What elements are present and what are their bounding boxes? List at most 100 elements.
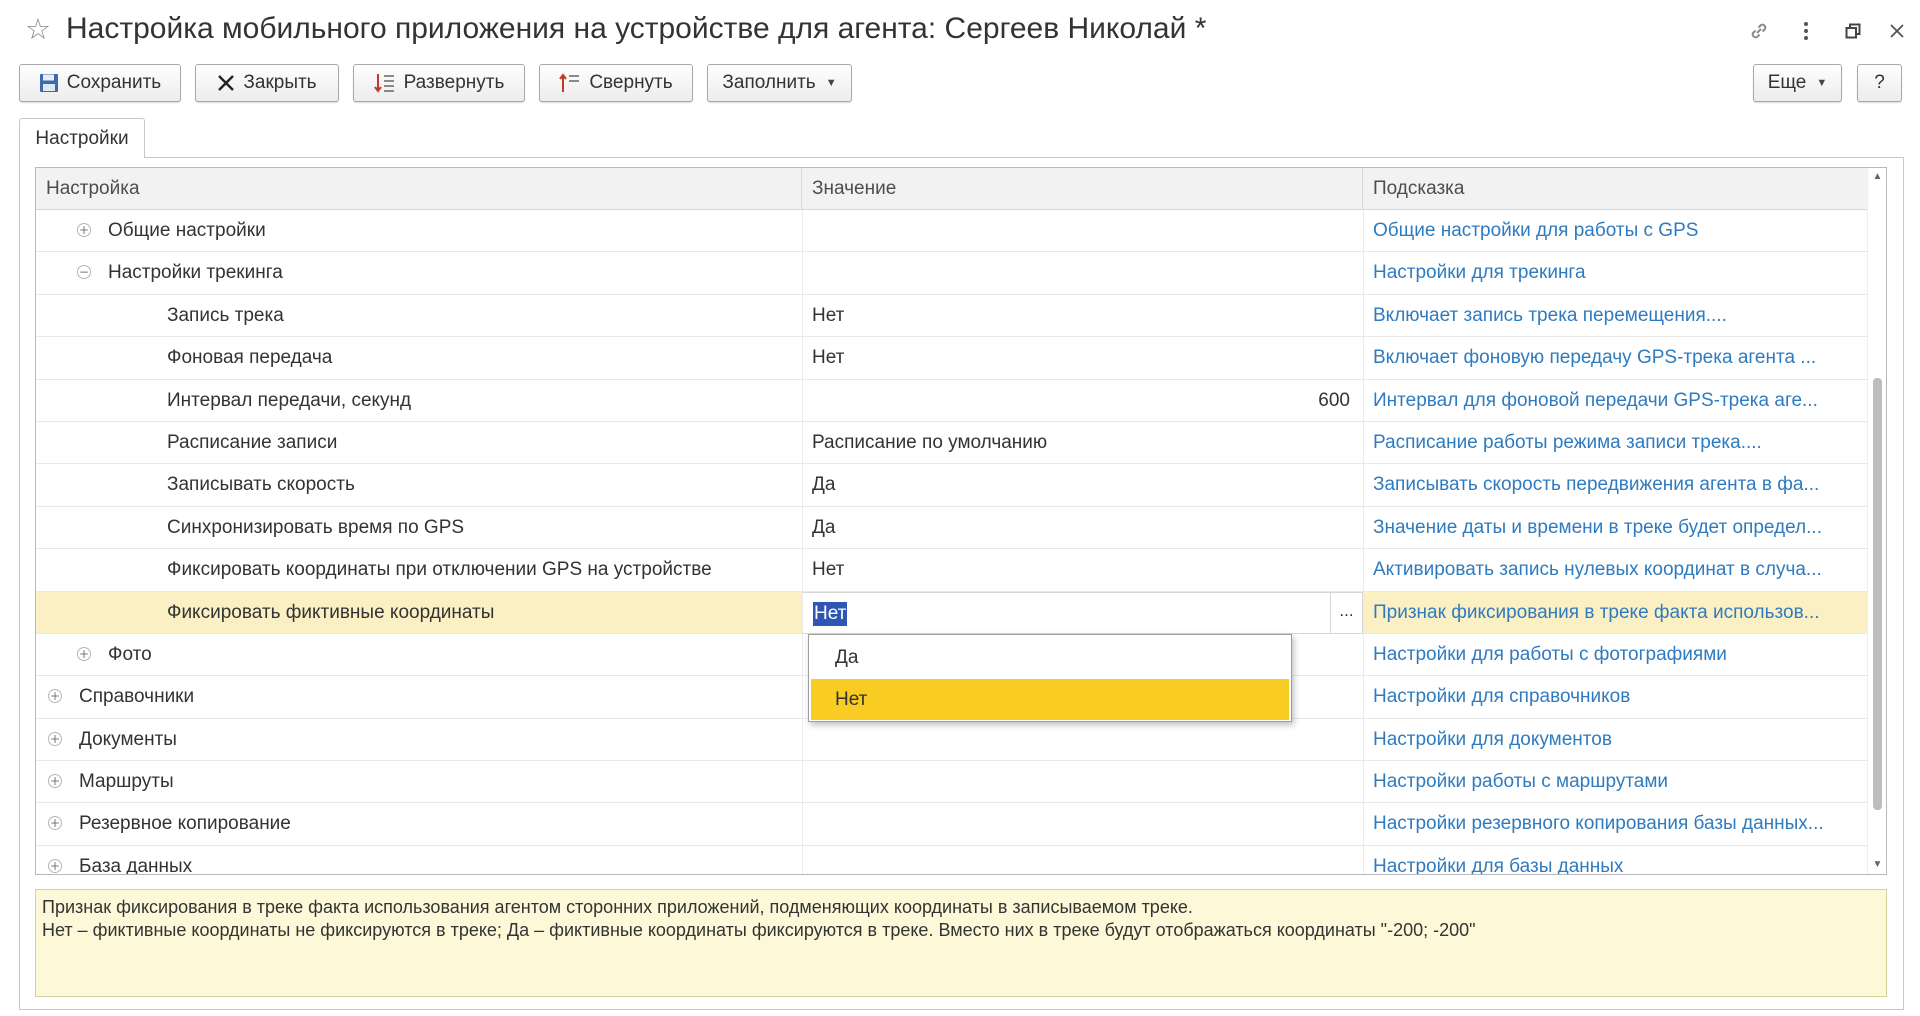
favorite-star-icon[interactable]: ☆ (22, 14, 54, 46)
setting-value-cell[interactable] (802, 252, 1362, 294)
column-divider (1363, 210, 1364, 252)
tree-expand-icon[interactable]: + (48, 816, 62, 831)
scroll-up-icon[interactable]: ▲ (1868, 168, 1886, 186)
tree-expand-icon[interactable]: + (48, 731, 62, 746)
setting-name-cell[interactable]: + Резервное копирование (36, 803, 802, 845)
table-row[interactable]: + База данных Настройки для базы данных (36, 845, 1868, 875)
tree-collapse-icon[interactable]: − (77, 265, 91, 280)
setting-hint-link[interactable]: Настройки для базы данных (1363, 846, 1863, 874)
vertical-scrollbar[interactable]: ▲ ▼ (1867, 168, 1886, 874)
dropdown-option-yes[interactable]: Да (811, 637, 1289, 678)
tab-settings[interactable]: Настройки (19, 118, 145, 158)
setting-value-cell[interactable] (802, 803, 1362, 845)
column-header-setting[interactable]: Настройка (36, 168, 802, 210)
table-row[interactable]: Синхронизировать время по GPS Да Значение … (36, 506, 1868, 550)
setting-value-cell[interactable]: Нет (802, 337, 1362, 379)
scrollbar-thumb[interactable] (1873, 378, 1882, 810)
fill-dropdown-button[interactable]: Заполнить ▼ (707, 64, 852, 102)
table-row[interactable]: + Маршруты Настройки работы с маршрутами (36, 761, 1868, 804)
table-row[interactable]: + Документы Настройки для документов (36, 718, 1868, 762)
setting-name-cell[interactable]: + Документы (36, 719, 802, 761)
help-button-label: ? (1874, 72, 1885, 93)
table-row[interactable]: + Резервное копирование Настройки резервно… (36, 803, 1868, 846)
setting-hint-link[interactable]: Настройки работы с маршрутами (1363, 761, 1863, 803)
setting-hint-link[interactable]: Значение даты и времени в треке будет оп… (1363, 507, 1863, 549)
setting-name-cell[interactable]: − Настройки трекинга (36, 252, 802, 294)
setting-hint-link[interactable]: Включает запись трека перемещения.... (1363, 295, 1863, 337)
setting-hint-link[interactable]: Записывать скорость передвижения агента … (1363, 464, 1863, 506)
setting-hint-link[interactable]: Активировать запись нулевых координат в … (1363, 549, 1863, 591)
table-row[interactable]: Запись трека Нет Включает запись трека пер… (36, 294, 1868, 338)
dropdown-option-no[interactable]: Нет (811, 679, 1289, 720)
column-divider (802, 421, 803, 464)
close-window-icon[interactable] (1880, 14, 1914, 48)
tree-expand-icon[interactable]: + (77, 646, 91, 661)
setting-hint-link[interactable]: Настройки резервного копирования базы да… (1363, 803, 1863, 845)
close-button[interactable]: Закрыть (195, 64, 339, 102)
setting-hint-link[interactable]: Настройки для справочников (1363, 676, 1863, 718)
setting-value-cell[interactable] (802, 846, 1362, 874)
table-row[interactable]: + Общие настройки Общие настройки для рабо… (36, 210, 1868, 253)
expand-button[interactable]: Развернуть (353, 64, 525, 102)
link-icon[interactable] (1742, 14, 1776, 48)
table-row[interactable]: − Настройки трекинга Настройки для трекинг… (36, 252, 1868, 295)
column-divider (1363, 549, 1364, 591)
setting-name-cell[interactable]: + Общие настройки (36, 210, 802, 252)
more-dropdown-button[interactable]: Еще ▼ (1753, 64, 1842, 102)
choice-button[interactable]: ... (1330, 592, 1362, 633)
setting-value-cell[interactable]: Да (802, 464, 1362, 506)
setting-value-cell[interactable]: 600 (802, 380, 1362, 422)
value-editor-field[interactable]: Нет... (802, 591, 1363, 634)
setting-name-cell[interactable]: + Маршруты (36, 761, 802, 803)
setting-hint-link[interactable]: Настройки для трекинга (1363, 252, 1863, 294)
tree-expand-icon[interactable]: + (77, 223, 91, 237)
table-row[interactable]: Фиксировать фиктивные координаты Нет... Пр… (36, 591, 1868, 634)
collapse-button[interactable]: Свернуть (539, 64, 693, 102)
setting-name-cell[interactable]: Фиксировать фиктивные координаты (36, 592, 802, 634)
table-row[interactable]: Расписание записи Расписание по умолчанию… (36, 421, 1868, 465)
setting-value-cell[interactable] (802, 761, 1362, 803)
setting-name-cell[interactable]: + База данных (36, 846, 802, 875)
table-row[interactable]: Фоновая передача Нет Включает фоновую пере… (36, 337, 1868, 380)
column-divider (802, 252, 803, 294)
setting-value-cell[interactable]: Да (802, 507, 1362, 549)
more-actions-icon[interactable] (1789, 14, 1823, 48)
setting-hint-link[interactable]: Настройки для документов (1363, 719, 1863, 761)
setting-name-text: База данных (79, 855, 193, 875)
setting-value-cell[interactable]: Нет (802, 295, 1362, 337)
setting-hint-link[interactable]: Признак фиксирования в треке факта испол… (1363, 592, 1863, 634)
setting-name-cell[interactable]: + Фото (36, 634, 802, 676)
restore-window-icon[interactable] (1836, 14, 1870, 48)
setting-hint-link[interactable]: Интервал для фоновой передачи GPS-трека … (1363, 380, 1863, 422)
column-header-hint[interactable]: Подсказка (1363, 168, 1868, 210)
save-button[interactable]: Сохранить (19, 64, 181, 102)
setting-name-cell[interactable]: Расписание записи (36, 422, 802, 464)
table-row[interactable]: Записывать скорость Да Записывать скорость… (36, 464, 1868, 507)
setting-name-cell[interactable]: + Справочники (36, 676, 802, 718)
setting-name-cell[interactable]: Интервал передачи, секунд (36, 380, 802, 422)
setting-name-text: Документы (79, 728, 177, 750)
table-row[interactable]: Интервал передачи, секунд 600 Интервал для… (36, 379, 1868, 422)
setting-name-cell[interactable]: Фоновая передача (36, 337, 802, 379)
scroll-down-icon[interactable]: ▼ (1868, 856, 1886, 874)
setting-value-cell[interactable]: Нет (802, 549, 1362, 591)
setting-hint-link[interactable]: Расписание работы режима записи трека...… (1363, 422, 1863, 464)
setting-value-cell[interactable] (802, 719, 1362, 761)
tree-expand-icon[interactable]: + (48, 689, 62, 704)
setting-name-cell[interactable]: Записывать скорость (36, 464, 802, 506)
setting-name-cell[interactable]: Синхронизировать время по GPS (36, 507, 802, 549)
setting-value-cell[interactable] (802, 210, 1362, 252)
tree-expand-icon[interactable]: + (48, 858, 62, 873)
table-row[interactable]: Фиксировать координаты при отключении GP… (36, 549, 1868, 592)
setting-name-cell[interactable]: Запись трека (36, 295, 802, 337)
setting-name-cell[interactable]: Фиксировать координаты при отключении GP… (36, 549, 802, 591)
setting-hint-link[interactable]: Настройки для работы с фотографиями (1363, 634, 1863, 676)
value-editor-text[interactable]: Нет (813, 601, 848, 626)
setting-value-cell[interactable]: Расписание по умолчанию (802, 422, 1362, 464)
column-header-value[interactable]: Значение (802, 168, 1363, 210)
setting-hint-link[interactable]: Общие настройки для работы с GPS (1363, 210, 1863, 252)
setting-hint-link[interactable]: Включает фоновую передачу GPS-трека аген… (1363, 337, 1863, 379)
help-button[interactable]: ? (1857, 64, 1902, 102)
tree-expand-icon[interactable]: + (48, 774, 62, 789)
column-divider (1363, 633, 1364, 676)
